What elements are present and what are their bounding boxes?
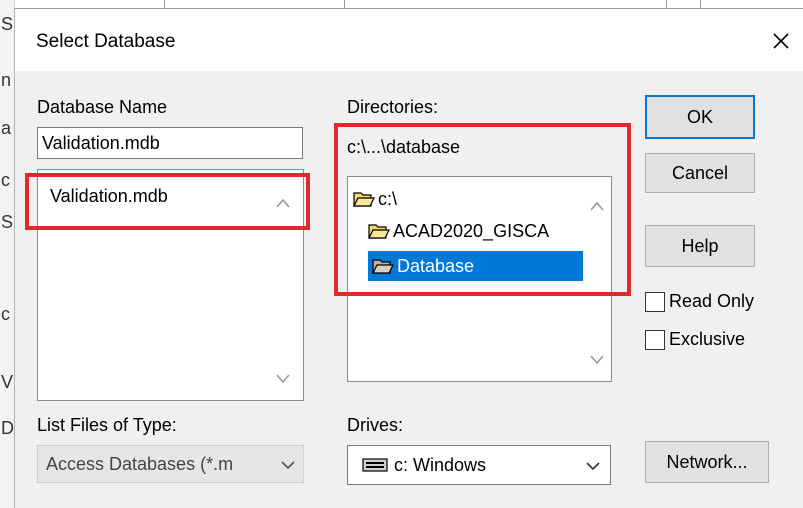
directory-label: ACAD2020_GISCA — [393, 220, 550, 241]
title-bar: Select Database — [15, 9, 803, 71]
directory-item[interactable]: c:\ — [353, 187, 397, 211]
scroll-down-arrow-icon[interactable] — [589, 354, 605, 366]
drive-icon — [362, 458, 388, 472]
background-text-fragment: c — [1, 304, 10, 324]
drives-label: Drives: — [347, 415, 404, 435]
chevron-down-icon — [281, 461, 295, 470]
exclusive-label: Exclusive — [669, 329, 746, 349]
open-folder-icon — [368, 224, 390, 239]
close-button[interactable] — [764, 24, 798, 58]
exclusive-checkbox[interactable]: Exclusive — [645, 329, 745, 350]
background-text-fragment: n — [1, 70, 12, 90]
current-directory-path: c:\...\database — [347, 137, 461, 157]
read-only-checkbox[interactable]: Read Only — [645, 291, 754, 312]
scroll-down-arrow-icon[interactable] — [275, 373, 291, 385]
screen: S n a c S c V D Select Database Database… — [0, 0, 803, 508]
directory-label: Database — [397, 255, 475, 276]
open-folder-icon — [372, 259, 394, 274]
file-type-label: List Files of Type: — [37, 415, 177, 435]
background-text-fragment: V — [1, 372, 14, 392]
chevron-down-icon — [586, 462, 600, 471]
database-file-list[interactable]: Validation.mdb — [37, 169, 304, 401]
drives-select[interactable]: c: Windows — [347, 445, 611, 485]
checkbox-box[interactable] — [645, 329, 665, 350]
file-type-value: Access Databases (*.m — [46, 453, 234, 474]
checkbox-box[interactable] — [645, 291, 665, 312]
open-folder-icon — [353, 192, 375, 207]
background-text-fragment: S — [1, 14, 14, 34]
network-button[interactable]: Network... — [645, 441, 769, 483]
help-button[interactable]: Help — [645, 225, 755, 267]
file-list-item[interactable]: Validation.mdb — [50, 186, 168, 207]
scroll-up-arrow-icon[interactable] — [589, 200, 605, 212]
directory-item[interactable]: ACAD2020_GISCA — [368, 219, 549, 243]
dialog-title: Select Database — [36, 31, 176, 52]
close-icon — [773, 33, 789, 49]
directory-item-selected[interactable]: Database — [368, 251, 583, 281]
file-type-select[interactable]: Access Databases (*.m — [37, 445, 304, 483]
database-name-label: Database Name — [37, 97, 168, 117]
background-text-fragment: c — [1, 170, 10, 190]
background-text-fragment: S — [1, 212, 14, 232]
directory-label: c:\ — [378, 188, 398, 209]
read-only-label: Read Only — [669, 291, 755, 311]
select-database-dialog: Select Database Database Name Validation… — [14, 9, 803, 508]
ok-button[interactable]: OK — [645, 95, 755, 139]
scroll-up-arrow-icon[interactable] — [275, 197, 291, 209]
background-text-fragment: a — [1, 118, 12, 138]
directory-tree[interactable]: c:\ ACAD2020_GISCA Database — [347, 176, 612, 382]
background-text-fragment: D — [1, 418, 14, 438]
database-name-input[interactable]: Validation.mdb — [37, 127, 303, 159]
directories-label: Directories: — [347, 97, 439, 117]
background-window: S n a c S c V D — [0, 0, 15, 508]
cancel-button[interactable]: Cancel — [645, 153, 755, 193]
drives-value: c: Windows — [394, 454, 487, 475]
